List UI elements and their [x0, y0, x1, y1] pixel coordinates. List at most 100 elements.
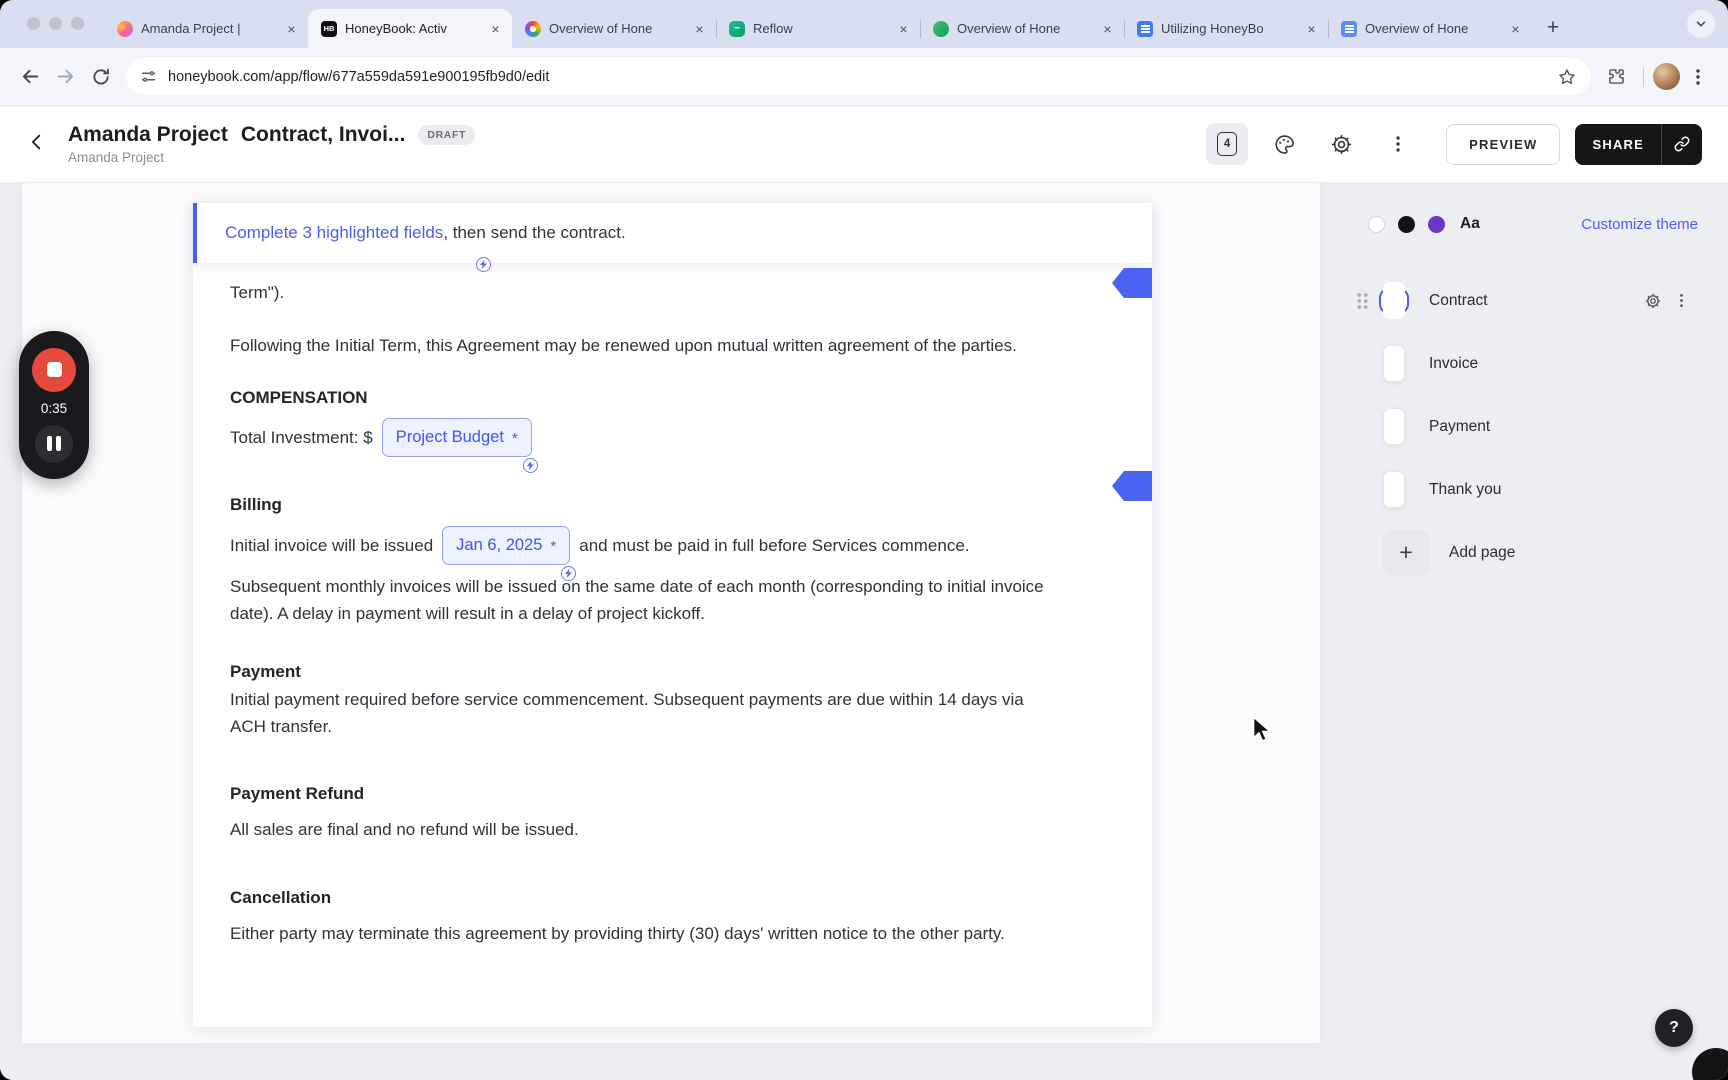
tab-close-icon[interactable]: ×	[283, 20, 300, 37]
extensions-puzzle-icon[interactable]	[1599, 59, 1634, 94]
tab-honeybook-active[interactable]: HB HoneyBook: Activ ×	[308, 9, 512, 48]
page-options-kebab-icon[interactable]	[1673, 292, 1690, 309]
content-area: Complete 3 highlighted fields, then send…	[0, 183, 1728, 1080]
field-line: Total Investment: $ Project Budget *	[230, 418, 1053, 473]
section-heading: Payment Refund	[230, 784, 365, 803]
tab-title: HoneyBook: Activ	[345, 21, 447, 36]
page-thumbnail[interactable]	[1379, 407, 1409, 445]
tab-overview-2[interactable]: Overview of Hone ×	[920, 9, 1124, 48]
reflow-icon: ~	[729, 20, 745, 37]
more-options-kebab-icon[interactable]	[1377, 123, 1419, 165]
recording-timer: 0:35	[40, 400, 68, 416]
browser-window: Amanda Project | × HB HoneyBook: Activ ×…	[0, 0, 1728, 1080]
minimize-window-button[interactable]	[49, 17, 62, 30]
tab-title: Utilizing HoneyBo	[1161, 21, 1264, 36]
stop-icon	[46, 362, 62, 377]
close-window-button[interactable]	[27, 17, 40, 30]
back-button[interactable]	[13, 59, 48, 94]
page-settings-gear-icon[interactable]	[1644, 292, 1662, 310]
tab-close-icon[interactable]: ×	[1303, 20, 1320, 37]
page-label[interactable]: Thank you	[1429, 481, 1501, 499]
forward-button[interactable]	[48, 59, 83, 94]
tab-reflow[interactable]: ~ Reflow ×	[716, 9, 920, 48]
project-budget-field-chip[interactable]: Project Budget *	[381, 418, 538, 473]
theme-palette-button[interactable]	[1263, 123, 1305, 165]
tab-amanda-project[interactable]: Amanda Project | ×	[104, 9, 308, 48]
page-row-contract[interactable]: Contract	[1356, 269, 1700, 332]
customize-theme-link[interactable]: Customize theme	[1581, 216, 1698, 233]
tab-title: Overview of Hone	[549, 21, 653, 36]
page-row-invoice[interactable]: Invoice	[1356, 332, 1700, 395]
page-thumbnail[interactable]	[1379, 470, 1409, 508]
add-page-row[interactable]: + Add page	[1356, 521, 1700, 584]
tab-close-icon[interactable]: ×	[691, 20, 708, 37]
smart-field-icon[interactable]	[476, 257, 491, 272]
tab-overview-3[interactable]: Overview of Hone ×	[1328, 9, 1532, 48]
page-label[interactable]: Invoice	[1429, 355, 1478, 373]
tab-overview-1[interactable]: Overview of Hone ×	[512, 9, 716, 48]
draft-status-badge: DRAFT	[418, 125, 475, 145]
line-text: and must be paid in full before Services…	[579, 536, 970, 555]
blue-doc-icon	[1341, 20, 1357, 37]
browser-toolbar: honeybook.com/app/flow/677a559da591e9001…	[0, 48, 1728, 106]
stop-recording-button[interactable]	[32, 347, 76, 392]
project-subtitle: Amanda Project	[68, 150, 165, 165]
line-text: Initial invoice will be issued	[230, 536, 434, 555]
page-row-thank-you[interactable]: Thank you	[1356, 458, 1700, 521]
contract-page[interactable]: Complete 3 highlighted fields, then send…	[193, 203, 1152, 1027]
url-text[interactable]: honeybook.com/app/flow/677a559da591e9001…	[168, 69, 1546, 85]
tab-close-icon[interactable]: ×	[1507, 20, 1524, 37]
gear-icon	[1331, 134, 1351, 154]
pause-recording-button[interactable]	[35, 424, 73, 463]
share-label: SHARE	[1592, 136, 1644, 152]
toolbar-divider	[1643, 66, 1644, 87]
font-sample: Aa	[1460, 215, 1480, 232]
tab-utilizing-honeybook[interactable]: Utilizing HoneyBo ×	[1124, 9, 1328, 48]
drag-handle-icon[interactable]	[1356, 292, 1369, 309]
invoice-date-field-chip[interactable]: Jan 6, 2025 *	[442, 526, 577, 581]
zoom-window-button[interactable]	[71, 17, 84, 30]
required-field-flag-marker[interactable]	[1112, 268, 1152, 298]
paragraph: Initial payment required before service …	[230, 690, 1024, 736]
page-label[interactable]: Contract	[1429, 292, 1488, 310]
paragraph: Term").	[230, 283, 285, 302]
required-asterisk-icon: *	[550, 538, 557, 555]
new-tab-button[interactable]: +	[1538, 13, 1568, 43]
theme-swatch-purple[interactable]	[1428, 215, 1445, 233]
tab-close-icon[interactable]: ×	[895, 20, 912, 37]
title-block: Amanda Project Contract, Invoi... DRAFT …	[68, 123, 475, 165]
section-heading: Payment	[230, 662, 301, 681]
line-text: Total Investment: $	[230, 428, 373, 447]
profile-avatar[interactable]	[1653, 63, 1680, 90]
theme-swatch-black[interactable]	[1398, 215, 1415, 233]
theme-swatch-white[interactable]	[1368, 215, 1385, 233]
field-line: Initial invoice will be issued Jan 6, 20…	[230, 526, 1053, 581]
tab-search-chevron-icon[interactable]	[1687, 10, 1715, 38]
share-button[interactable]: SHARE	[1575, 123, 1702, 165]
app-back-button[interactable]	[26, 131, 48, 158]
tab-title: Overview of Hone	[957, 21, 1061, 36]
pages-count-button[interactable]: 4	[1206, 123, 1249, 165]
required-field-flag-marker[interactable]	[1112, 471, 1152, 501]
settings-gear-button[interactable]	[1320, 123, 1362, 165]
add-page-plus-icon[interactable]: +	[1383, 529, 1429, 576]
smart-field-icon[interactable]	[522, 458, 538, 473]
highlighted-fields-banner: Complete 3 highlighted fields, then send…	[193, 203, 1152, 263]
help-button[interactable]: ?	[1655, 1009, 1693, 1047]
tab-title: Amanda Project |	[141, 21, 241, 36]
pages-count-icon: 4	[1217, 132, 1238, 156]
preview-button[interactable]: PREVIEW	[1446, 123, 1561, 165]
page-thumbnail[interactable]	[1379, 344, 1409, 382]
tab-close-icon[interactable]: ×	[1099, 20, 1116, 37]
page-label[interactable]: Payment	[1429, 418, 1490, 436]
copy-link-icon[interactable]	[1662, 135, 1702, 153]
page-row-payment[interactable]: Payment	[1356, 395, 1700, 458]
tab-close-icon[interactable]: ×	[487, 20, 504, 37]
refresh-button[interactable]	[83, 59, 118, 94]
page-thumbnail-selected[interactable]	[1379, 281, 1409, 319]
bookmark-star-icon[interactable]	[1557, 67, 1577, 87]
browser-menu-kebab-icon[interactable]	[1680, 59, 1715, 94]
address-bar[interactable]: honeybook.com/app/flow/677a559da591e9001…	[126, 58, 1591, 95]
banner-highlight-text: Complete 3 highlighted fields	[225, 223, 444, 242]
add-page-label[interactable]: Add page	[1449, 544, 1515, 562]
